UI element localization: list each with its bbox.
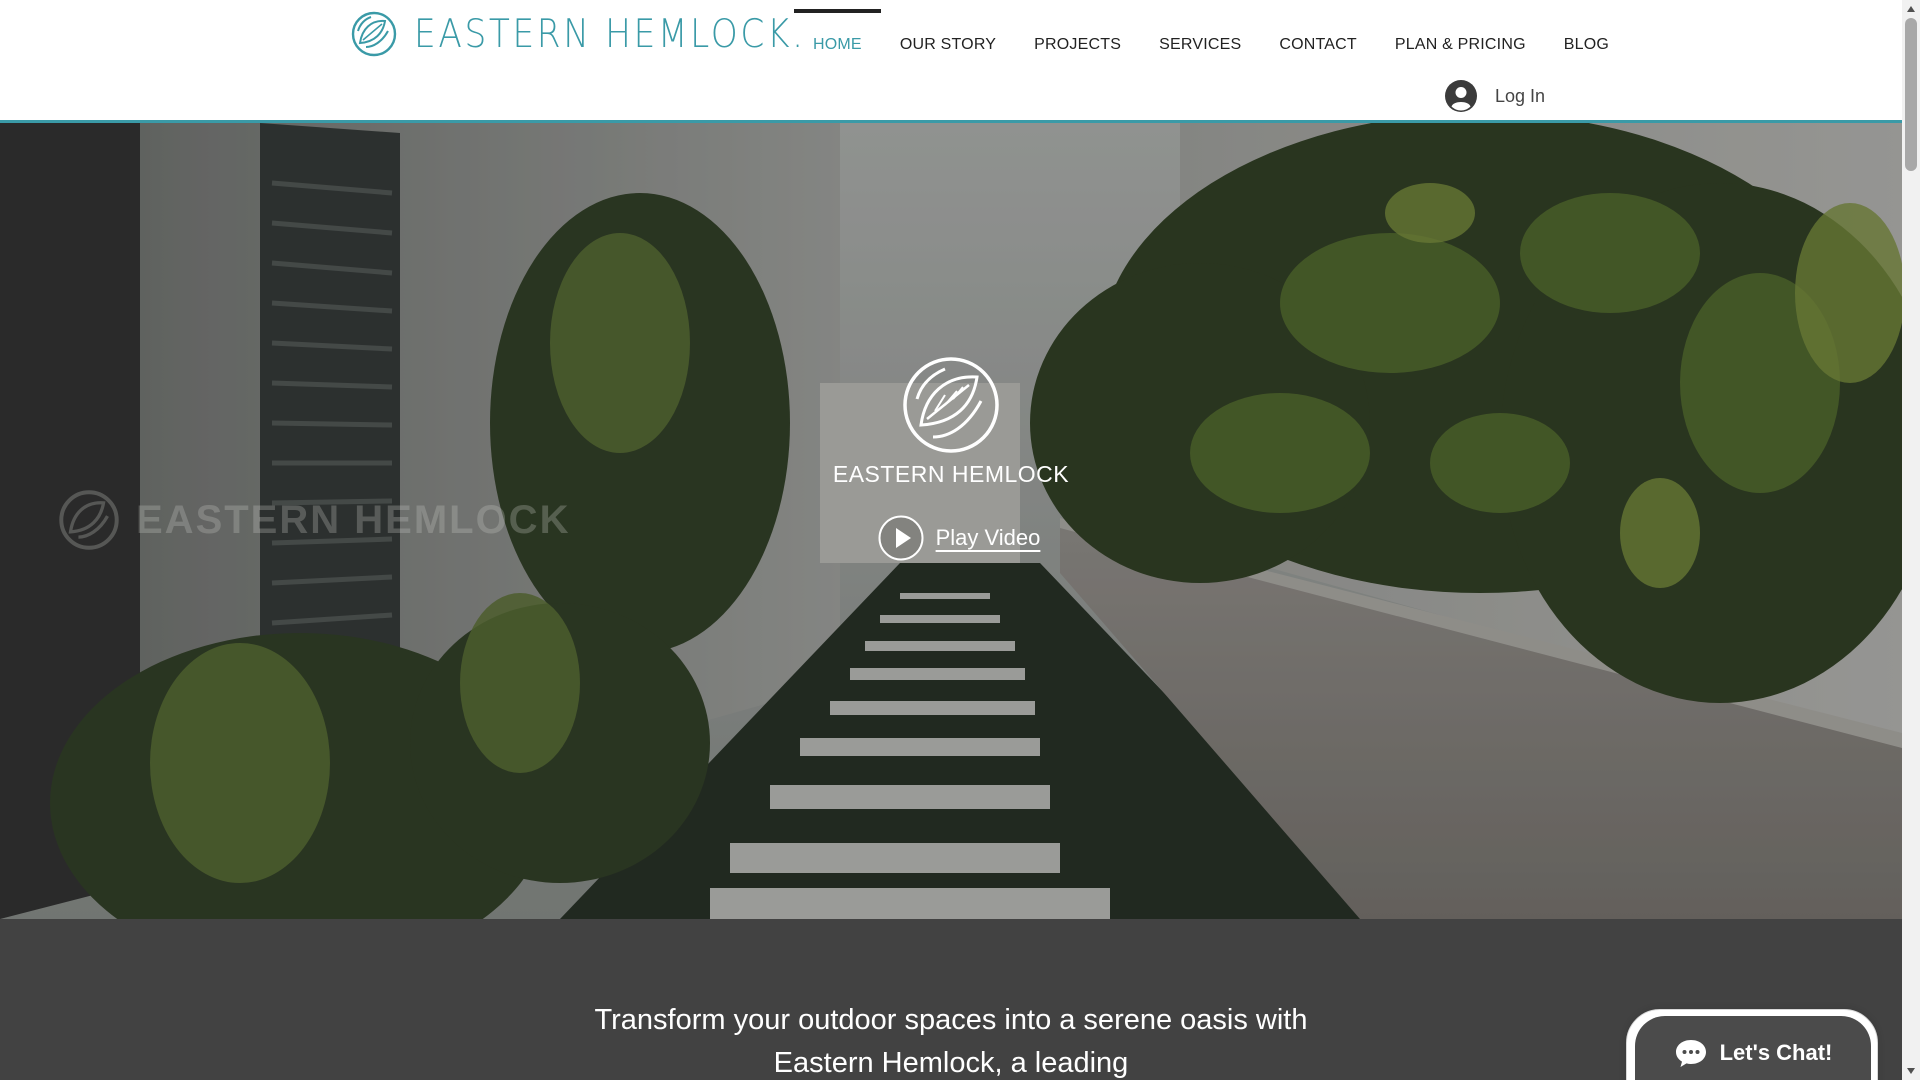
user-avatar-icon: [1445, 80, 1477, 112]
login-button[interactable]: Log In: [1445, 80, 1545, 112]
site-header: EASTERN HEMLOCK. HOME OUR STORY PROJECTS…: [0, 0, 1902, 123]
scroll-down-arrow-icon[interactable]: [1902, 1062, 1920, 1080]
chat-widget-button[interactable]: Let's Chat!: [1626, 1009, 1878, 1080]
nav-item-services[interactable]: SERVICES: [1140, 0, 1260, 90]
page: EASTERN HEMLOCK. HOME OUR STORY PROJECTS…: [0, 0, 1920, 1080]
hero-video[interactable]: EASTERN HEMLOCK EASTERN HEMLOCK Play Vid…: [0, 123, 1902, 919]
hero-brand-name: EASTERN HEMLOCK: [832, 461, 1070, 487]
nav-item-projects[interactable]: PROJECTS: [1015, 0, 1140, 90]
site-logo[interactable]: EASTERN HEMLOCK.: [349, 9, 859, 59]
nav-item-contact[interactable]: CONTACT: [1260, 0, 1376, 90]
chat-bubble-icon: [1675, 1040, 1706, 1067]
leaf-circle-logo-icon: [903, 357, 999, 453]
hero-content: EASTERN HEMLOCK Play Video: [0, 355, 1902, 561]
scrollbar-thumb[interactable]: [1905, 18, 1917, 171]
play-circle-icon: [878, 515, 924, 561]
play-video-label: Play Video: [935, 525, 1041, 550]
brand-name: EASTERN HEMLOCK.: [414, 11, 806, 57]
chat-label: Let's Chat!: [1719, 1040, 1833, 1065]
login-label: Log In: [1495, 85, 1546, 106]
nav-item-blog[interactable]: BLOG: [1545, 0, 1628, 90]
intro-text: Transform your outdoor spaces into a ser…: [594, 1004, 1308, 1079]
scroll-up-arrow-icon[interactable]: [1902, 0, 1920, 18]
nav-item-our-story[interactable]: OUR STORY: [881, 0, 1015, 90]
page-scrollbar[interactable]: [1902, 0, 1920, 1080]
chat-widget-inner: Let's Chat!: [1635, 1016, 1871, 1080]
nav-item-home[interactable]: HOME: [794, 0, 881, 90]
nav-item-plan-pricing[interactable]: PLAN & PRICING: [1376, 0, 1545, 90]
play-video-button[interactable]: Play Video: [878, 515, 1041, 561]
main-nav: HOME OUR STORY PROJECTS SERVICES CONTACT…: [794, 0, 1628, 90]
intro-section: Transform your outdoor spaces into a ser…: [0, 919, 1902, 1080]
leaf-circle-logo-icon: [351, 11, 397, 57]
